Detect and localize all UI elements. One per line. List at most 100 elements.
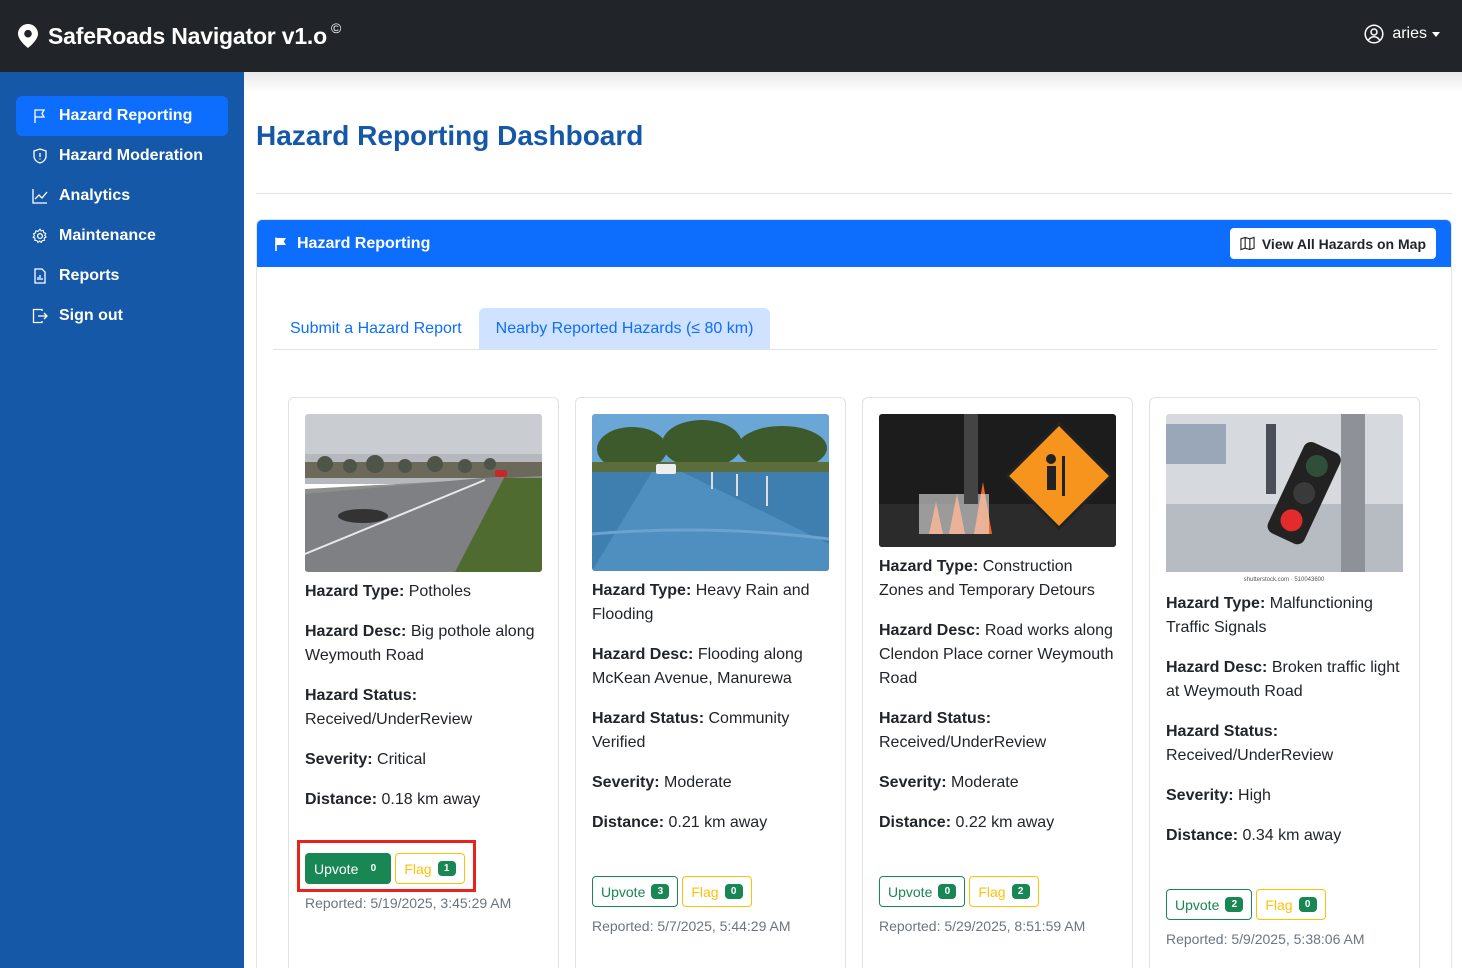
severity-value: Moderate — [664, 774, 732, 791]
hazard-status-value: Received/UnderReview — [305, 711, 473, 728]
upvote-button[interactable]: Upvote 2 — [1166, 889, 1253, 920]
severity-value: Moderate — [951, 774, 1019, 791]
reported-timestamp: Reported: 5/29/2025, 8:51:59 AM — [879, 918, 1086, 934]
user-menu[interactable]: aries — [1364, 24, 1440, 44]
hazard-type-label: Hazard Type: — [592, 582, 692, 599]
distance-value: 0.18 km away — [381, 791, 481, 808]
severity-value: High — [1238, 787, 1271, 804]
flag-button[interactable]: Flag 0 — [682, 876, 752, 907]
sidebar-item-label: Analytics — [59, 187, 131, 204]
hazard-card: Hazard Type: Construction Zones and Temp… — [862, 397, 1133, 968]
hazard-status-label: Hazard Status: — [305, 687, 418, 704]
hazard-photo-flooding — [592, 414, 829, 571]
reported-timestamp: Reported: 5/19/2025, 3:45:29 AM — [305, 895, 512, 911]
distance-value: 0.34 km away — [1242, 827, 1342, 844]
hazard-details: Hazard Type: Potholes Hazard Desc: Big p… — [305, 580, 545, 828]
upvote-label: Upvote — [1175, 896, 1220, 913]
severity-label: Severity: — [305, 751, 373, 768]
distance-label: Distance: — [1166, 827, 1239, 844]
username: aries — [1392, 25, 1427, 42]
flag-button[interactable]: Flag 0 — [1256, 889, 1326, 920]
hazard-type-label: Hazard Type: — [879, 558, 979, 575]
tab-nearby-reported-hazards[interactable]: Nearby Reported Hazards (≤ 80 km) — [478, 308, 771, 349]
hazard-details: Hazard Type: Malfunctioning Traffic Sign… — [1166, 592, 1406, 864]
sidebar-item-hazard-moderation[interactable]: Hazard Moderation — [16, 136, 228, 176]
vote-buttons: Upvote 0 Flag 2 — [879, 876, 1043, 907]
vote-buttons: Upvote 3 Flag 0 — [592, 876, 756, 907]
upvote-label: Upvote — [601, 883, 646, 900]
tab-bar: Submit a Hazard Report Nearby Reported H… — [273, 308, 1437, 350]
upvote-count-badge: 0 — [938, 884, 957, 899]
hazard-status-value: Received/UnderReview — [1166, 747, 1334, 764]
sidebar-item-hazard-reporting[interactable]: Hazard Reporting — [16, 96, 228, 136]
hazard-status-label: Hazard Status: — [879, 710, 992, 727]
distance-label: Distance: — [879, 814, 952, 831]
highlight-box — [297, 840, 476, 892]
vote-buttons: Upvote 2 Flag 0 — [1166, 889, 1330, 920]
upvote-button[interactable]: Upvote 0 — [879, 876, 966, 907]
severity-label: Severity: — [1166, 787, 1234, 804]
hazard-photo-construction — [879, 414, 1116, 547]
panel-title: Hazard Reporting — [297, 234, 431, 252]
main-top-shadow — [244, 72, 1462, 92]
flag-fill-icon — [275, 237, 286, 251]
upvote-count-badge: 3 — [651, 884, 670, 899]
panel-header: Hazard Reporting View All Hazards on Map — [257, 220, 1451, 267]
upvote-count-badge: 2 — [1225, 897, 1244, 912]
flag-button[interactable]: Flag 2 — [969, 876, 1039, 907]
flag-count-badge: 2 — [1011, 884, 1030, 899]
sign-out-icon — [32, 308, 48, 324]
image-credit: shutterstock.com · 510043600 — [1244, 577, 1325, 583]
top-navbar: SafeRoads Navigator v1.o © aries — [0, 0, 1462, 72]
severity-value: Critical — [377, 751, 426, 768]
hazard-type-label: Hazard Type: — [1166, 595, 1266, 612]
divider — [256, 193, 1452, 194]
tab-submit-hazard-report[interactable]: Submit a Hazard Report — [273, 308, 479, 349]
sidebar-item-label: Sign out — [59, 307, 123, 324]
hazard-photo-traffic-signal: shutterstock.com · 510043600 — [1166, 414, 1403, 584]
hazard-details: Hazard Type: Heavy Rain and Flooding Haz… — [592, 579, 832, 851]
sidebar: Hazard Reporting Hazard Moderation Analy… — [0, 72, 244, 968]
copyright-symbol: © — [330, 20, 342, 36]
map-pin-icon — [18, 24, 38, 48]
hazard-status-label: Hazard Status: — [592, 710, 705, 727]
hazard-card: shutterstock.com · 510043600 Hazard Type… — [1149, 397, 1420, 968]
hazard-type-label: Hazard Type: — [305, 583, 405, 600]
hazard-desc-label: Hazard Desc: — [592, 646, 694, 663]
distance-value: 0.22 km away — [955, 814, 1055, 831]
upvote-label: Upvote — [888, 883, 933, 900]
gear-icon — [32, 228, 47, 244]
distance-value: 0.21 km away — [668, 814, 768, 831]
flag-count-badge: 0 — [1298, 897, 1317, 912]
map-icon — [1240, 236, 1255, 251]
severity-label: Severity: — [592, 774, 660, 791]
flag-count-badge: 0 — [724, 884, 743, 899]
view-all-hazards-on-map-button[interactable]: View All Hazards on Map — [1229, 228, 1436, 259]
sidebar-item-label: Hazard Reporting — [59, 107, 193, 124]
reported-timestamp: Reported: 5/7/2025, 5:44:29 AM — [592, 918, 791, 934]
flag-icon — [34, 109, 46, 123]
severity-label: Severity: — [879, 774, 947, 791]
chart-line-icon — [32, 189, 48, 204]
hazard-type-value: Potholes — [408, 583, 471, 600]
hazard-desc-label: Hazard Desc: — [1166, 659, 1268, 676]
sidebar-item-analytics[interactable]: Analytics — [16, 176, 228, 216]
flag-label: Flag — [978, 883, 1006, 900]
page-title: Hazard Reporting Dashboard — [256, 120, 644, 151]
sidebar-item-label: Reports — [59, 267, 120, 284]
hazard-desc-label: Hazard Desc: — [879, 622, 981, 639]
report-icon — [34, 268, 46, 284]
brand[interactable]: SafeRoads Navigator v1.o © — [18, 20, 342, 50]
hazard-photo-pothole — [305, 414, 542, 572]
sidebar-item-label: Maintenance — [59, 227, 156, 244]
sidebar-item-reports[interactable]: Reports — [16, 256, 228, 296]
reported-timestamp: Reported: 5/9/2025, 5:38:06 AM — [1166, 931, 1365, 947]
sidebar-item-maintenance[interactable]: Maintenance — [16, 216, 228, 256]
distance-label: Distance: — [592, 814, 665, 831]
user-circle-icon — [1364, 24, 1384, 44]
app-title: SafeRoads Navigator v1.o — [48, 22, 327, 49]
flag-label: Flag — [691, 883, 719, 900]
sidebar-item-sign-out[interactable]: Sign out — [16, 296, 228, 336]
hazard-status-label: Hazard Status: — [1166, 723, 1279, 740]
upvote-button[interactable]: Upvote 3 — [592, 876, 679, 907]
